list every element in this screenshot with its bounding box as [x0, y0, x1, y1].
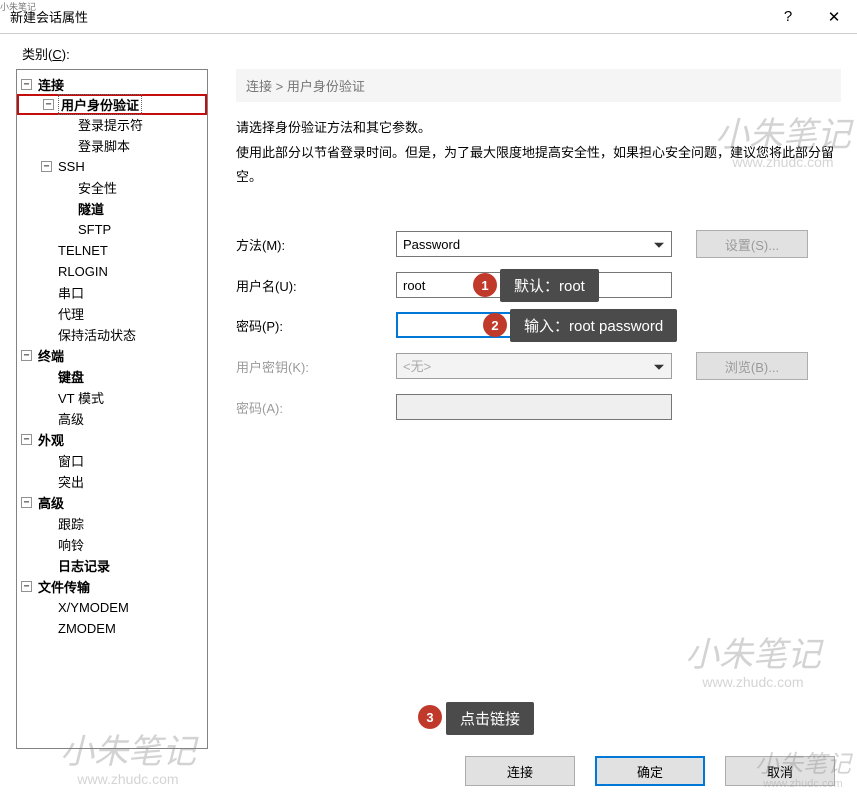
tree-trace[interactable]: 跟踪 [17, 513, 207, 534]
method-select[interactable]: Password [396, 231, 672, 257]
watermark-url: www.zhudc.com [702, 675, 803, 689]
settings-button[interactable]: 设置(S)... [696, 230, 808, 258]
window-title: 新建会话属性 [10, 7, 88, 26]
close-button[interactable]: ✕ [811, 0, 857, 33]
breadcrumb: 连接 > 用户身份验证 [236, 69, 841, 102]
collapse-icon[interactable]: − [21, 497, 32, 508]
annotation-bubble-3: 点击链接 [446, 702, 534, 735]
title-bar: 新建会话属性 ? ✕ [0, 0, 857, 34]
annotation-bubble-1: 默认：root [500, 269, 599, 302]
watermark-text: 小朱笔记 [685, 639, 821, 673]
ok-button[interactable]: 确定 [595, 756, 705, 786]
tree-login-script[interactable]: 登录脚本 [17, 135, 207, 156]
collapse-icon[interactable]: − [21, 79, 32, 90]
dialog-footer: 连接 确定 取消 [0, 756, 857, 786]
tree-highlight[interactable]: 突出 [17, 471, 207, 492]
tree-ssh[interactable]: −SSH [17, 156, 207, 177]
collapse-icon[interactable]: − [21, 350, 32, 361]
annotation-badge-2: 2 [483, 313, 507, 337]
userkey-label: 用户密钥(K): [236, 357, 396, 376]
annotation-badge-1: 1 [473, 273, 497, 297]
tree-vt-mode[interactable]: VT 模式 [17, 387, 207, 408]
tree-keyboard[interactable]: 键盘 [17, 366, 207, 387]
collapse-icon[interactable]: − [43, 99, 54, 110]
tree-advanced-term[interactable]: 高级 [17, 408, 207, 429]
tree-xymodem[interactable]: X/YMODEM [17, 597, 207, 618]
tree-telnet[interactable]: TELNET [17, 240, 207, 261]
tree-window[interactable]: 窗口 [17, 450, 207, 471]
tree-keepalive[interactable]: 保持活动状态 [17, 324, 207, 345]
description: 请选择身份验证方法和其它参数。 使用此部分以节省登录时间。但是，为了最大限度地提… [236, 116, 841, 190]
tree-connection[interactable]: −连接 [17, 74, 207, 95]
tree-appearance[interactable]: −外观 [17, 429, 207, 450]
connect-button[interactable]: 连接 [465, 756, 575, 786]
category-label: 类别(C): [0, 34, 857, 69]
tree-zmodem[interactable]: ZMODEM [17, 618, 207, 639]
tree-rlogin[interactable]: RLOGIN [17, 261, 207, 282]
tree-sftp[interactable]: SFTP [17, 219, 207, 240]
annotation-bubble-2: 输入：root password [510, 309, 677, 342]
tree-tunnel[interactable]: 隧道 [17, 198, 207, 219]
annotation-badge-3: 3 [418, 705, 442, 729]
tree-file-transfer[interactable]: −文件传输 [17, 576, 207, 597]
category-tree[interactable]: −连接 −用户身份验证 登录提示符 登录脚本 −SSH 安全性 隧道 SFTP [16, 69, 208, 749]
cancel-button[interactable]: 取消 [725, 756, 835, 786]
tree-user-auth[interactable]: −用户身份验证 [17, 94, 207, 115]
browse-button[interactable]: 浏览(B)... [696, 352, 808, 380]
collapse-icon[interactable]: − [21, 581, 32, 592]
tree-serial[interactable]: 串口 [17, 282, 207, 303]
tree-advanced[interactable]: −高级 [17, 492, 207, 513]
method-label: 方法(M): [236, 235, 396, 254]
content-panel: 连接 > 用户身份验证 请选择身份验证方法和其它参数。 使用此部分以节省登录时间… [208, 69, 841, 749]
tree-terminal[interactable]: −终端 [17, 345, 207, 366]
passphrase-input [396, 394, 672, 420]
username-label: 用户名(U): [236, 276, 396, 295]
tree-security[interactable]: 安全性 [17, 177, 207, 198]
watermark-text: 小朱笔记 [60, 736, 196, 749]
userkey-select: <无> [396, 353, 672, 379]
tree-proxy[interactable]: 代理 [17, 303, 207, 324]
tree-bell[interactable]: 响铃 [17, 534, 207, 555]
collapse-icon[interactable]: − [21, 434, 32, 445]
password-label: 密码(P): [236, 316, 396, 335]
help-button[interactable]: ? [765, 0, 811, 33]
collapse-icon[interactable]: − [41, 161, 52, 172]
tree-login-prompt[interactable]: 登录提示符 [17, 114, 207, 135]
tree-logging[interactable]: 日志记录 [17, 555, 207, 576]
passphrase-label: 密码(A): [236, 398, 396, 417]
